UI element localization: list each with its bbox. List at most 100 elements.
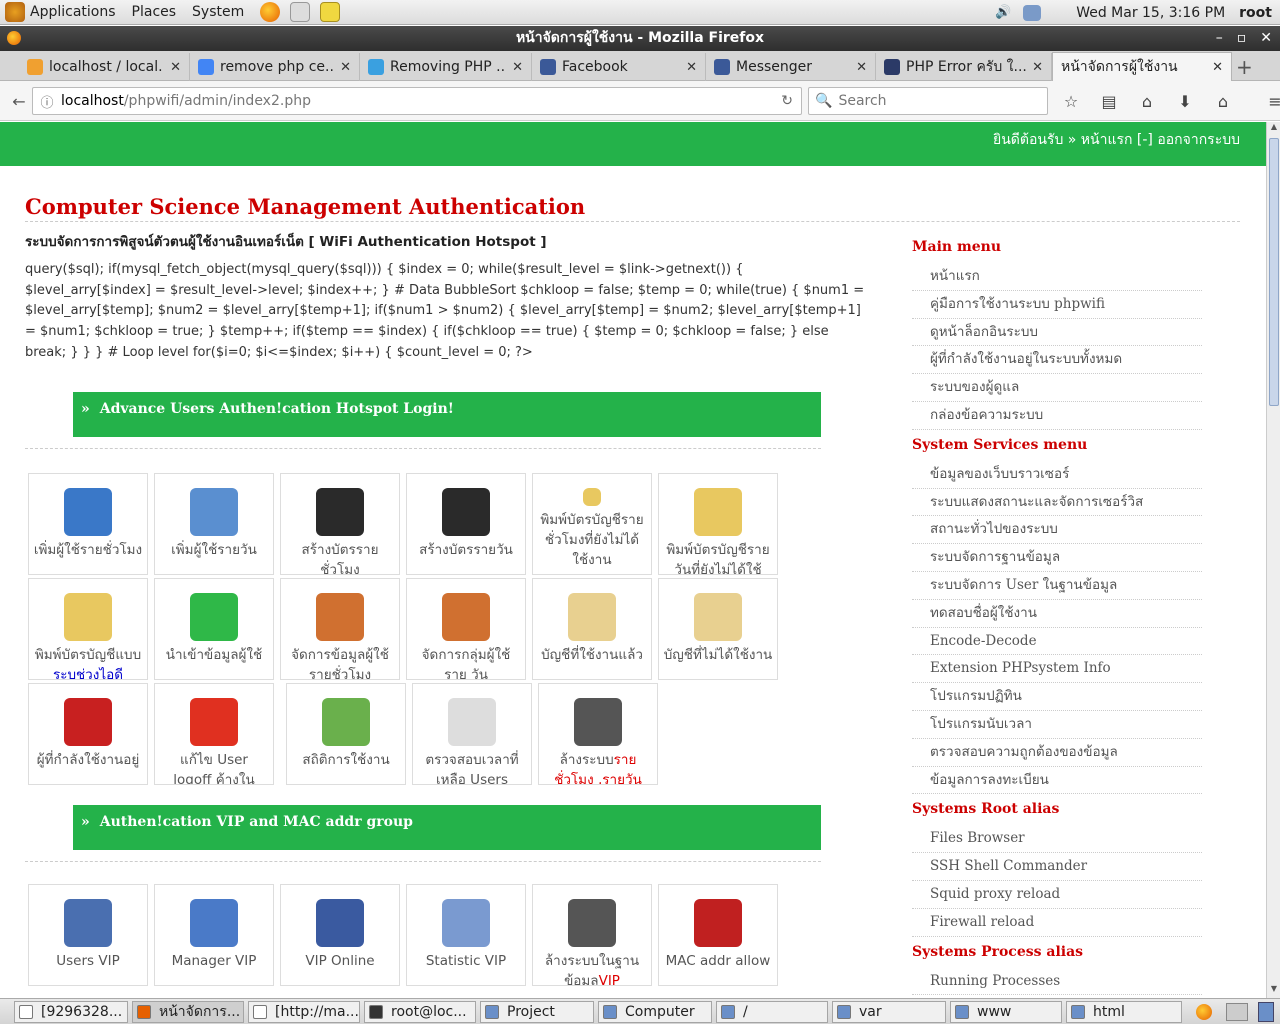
mac-addr-allow-tile[interactable]: MAC addr allow <box>658 884 778 986</box>
scroll-up-icon[interactable]: ▲ <box>1267 122 1280 136</box>
sidebar-item[interactable]: ระบบของผู้ดูแล <box>912 374 1202 402</box>
system-menu[interactable]: System <box>184 4 252 20</box>
sidebar-item[interactable]: โปรแกรมนับเวลา <box>912 711 1202 739</box>
clear-vip-db-tile[interactable]: ล้างระบบในฐาน ข้อมูลVIP <box>532 884 652 986</box>
manage-hourly-users-tile[interactable]: จัดการข้อมูลผู้ใช้ รายชั่วโมง <box>280 578 400 680</box>
vertical-scrollbar[interactable]: ▲ ▼ <box>1266 122 1280 998</box>
sidebar-item[interactable]: Squid proxy reload <box>912 881 1202 909</box>
taskbar-item[interactable]: [http://ma... <box>248 1001 360 1023</box>
clear-hourly-daily-tile[interactable]: ล้างระบบราย ชั่วโมง ,รายวัน <box>538 683 658 785</box>
notes-launcher-icon[interactable] <box>320 2 341 22</box>
welcome-links[interactable]: ยินดีต้อนรับ » หน้าแรก [-] ออกจากระบบ <box>993 129 1240 151</box>
sidebar-item[interactable]: โปรแกรมปฏิทิน <box>912 683 1202 711</box>
add-daily-user-tile[interactable]: เพิ่มผู้ใช้รายวัน <box>154 473 274 575</box>
tab-7[interactable]: หน้าจัดการผู้ใช้งาน ✕ <box>1052 52 1232 81</box>
taskbar-item[interactable]: Project <box>480 1001 594 1023</box>
minimize-icon[interactable]: – <box>1216 26 1223 51</box>
manager-vip-tile[interactable]: Manager VIP <box>154 884 274 986</box>
tab-close-icon[interactable]: ✕ <box>856 60 867 75</box>
clock[interactable]: Wed Mar 15, 3:16 PM <box>1076 5 1225 21</box>
tab-close-icon[interactable]: ✕ <box>340 60 351 75</box>
sidebar-item[interactable]: หน้าแรก <box>912 263 1202 291</box>
places-menu[interactable]: Places <box>124 4 185 20</box>
tab-5[interactable]: Messenger ✕ <box>706 53 876 81</box>
print-daily-unused-tile[interactable]: พิมพ์บัตรบัญชีราย วันที่ยังไม่ได้ใช้งาน <box>658 473 778 575</box>
sidebar-item[interactable]: สถานะทั่วไปของระบบ <box>912 516 1202 545</box>
reading-list-icon[interactable]: ▤ <box>1094 86 1124 116</box>
sidebar-item[interactable]: ดูหน้าล็อกอินระบบ <box>912 319 1202 347</box>
tab-close-icon[interactable]: ✕ <box>170 60 181 75</box>
user-menu[interactable]: root <box>1239 5 1272 21</box>
check-remaining-time-tile[interactable]: ตรวจสอบเวลาที่ เหลือ Users <box>412 683 532 785</box>
scrollbar-thumb[interactable] <box>1269 138 1279 406</box>
sidebar-item[interactable]: ข้อมูลการลงทะเบียน <box>912 767 1202 795</box>
tab-1[interactable]: localhost / local... ✕ <box>19 53 190 81</box>
users-vip-tile[interactable]: Users VIP <box>28 884 148 986</box>
used-accounts-tile[interactable]: บัญชีที่ใช้งานแล้ว <box>532 578 652 680</box>
trash-icon[interactable] <box>1258 1002 1274 1022</box>
tab-2[interactable]: remove php ce... ✕ <box>190 53 360 81</box>
sidebar-item[interactable]: กล่องข้อความระบบ <box>912 402 1202 430</box>
bookmark-star-icon[interactable]: ☆ <box>1056 86 1086 116</box>
sidebar-item[interactable]: ผู้ที่กำลังใช้งานอยู่ในระบบทั้งหมด <box>912 346 1202 375</box>
reload-icon[interactable]: ↻ <box>781 93 793 109</box>
vip-online-tile[interactable]: VIP Online <box>280 884 400 986</box>
firefox-launcher-icon[interactable] <box>260 2 281 22</box>
tab-6[interactable]: PHP Error ครับ ใ... ✕ <box>876 53 1052 81</box>
taskbar-item[interactable]: / <box>716 1001 828 1023</box>
mail-launcher-icon[interactable] <box>290 2 311 22</box>
tab-close-icon[interactable]: ✕ <box>1212 60 1223 75</box>
usage-statistics-tile[interactable]: สถิติการใช้งาน <box>286 683 406 785</box>
back-arrow-icon[interactable]: ← <box>4 86 34 116</box>
pocket-icon[interactable]: ⌂ <box>1132 86 1162 116</box>
taskbar-item[interactable]: หน้าจัดการ... <box>132 1001 244 1023</box>
network-icon[interactable] <box>1023 4 1042 21</box>
new-tab-icon[interactable]: + <box>1236 55 1253 79</box>
volume-icon[interactable]: 🔊 <box>993 3 1013 23</box>
tab-close-icon[interactable]: ✕ <box>512 60 523 75</box>
close-icon[interactable]: ✕ <box>1260 26 1272 51</box>
print-id-range-tile[interactable]: พิมพ์บัตรบัญชีแบบ ระบุช่วงไอดี <box>28 578 148 680</box>
import-users-tile[interactable]: นำเข้าข้อมูลผู้ใช้ <box>154 578 274 680</box>
add-hourly-user-tile[interactable]: เพิ่มผู้ใช้รายชั่วโมง <box>28 473 148 575</box>
print-hourly-unused-tile[interactable]: พิมพ์บัตรบัญชีราย ชั่วโมงที่ยังไม่ได้ ใช… <box>532 473 652 575</box>
home-icon[interactable]: ⌂ <box>1208 86 1238 116</box>
search-input[interactable]: 🔍 Search <box>808 87 1048 115</box>
fix-user-logoff-tile[interactable]: แก้ไข User logoff ค้างในระบบ <box>154 683 274 785</box>
sidebar-item[interactable]: Encode-Decode <box>912 628 1202 656</box>
sidebar-item[interactable]: ระบบแสดงสถานะและจัดการเซอร์วิส <box>912 489 1202 517</box>
taskbar-item[interactable]: html <box>1066 1001 1182 1023</box>
sidebar-item[interactable]: Extension PHPsystem Info <box>912 655 1202 684</box>
tab-4[interactable]: Facebook ✕ <box>532 53 706 81</box>
unused-accounts-tile[interactable]: บัญชีที่ไม่ได้ใช้งาน <box>658 578 778 680</box>
firefox-tray-icon[interactable] <box>1196 1004 1212 1020</box>
create-daily-card-tile[interactable]: สร้างบัตรรายวัน <box>406 473 526 575</box>
statistic-vip-tile[interactable]: Statistic VIP <box>406 884 526 986</box>
tab-close-icon[interactable]: ✕ <box>1032 60 1043 75</box>
gnome-foot-icon[interactable] <box>5 2 25 22</box>
scroll-down-icon[interactable]: ▼ <box>1267 984 1280 998</box>
downloads-icon[interactable]: ⬇ <box>1170 86 1200 116</box>
sidebar-item[interactable]: Running Processes <box>912 968 1202 996</box>
hamburger-menu-icon[interactable]: ≡ <box>1260 86 1280 116</box>
taskbar-item[interactable]: Computer <box>598 1001 712 1023</box>
url-bar[interactable]: ⓘ localhost/phpwifi/admin/index2.php ↻ <box>32 87 802 115</box>
taskbar-item[interactable]: www <box>950 1001 1062 1023</box>
sidebar-item[interactable]: ข้อมูลของเว็บบราวเซอร์ <box>912 461 1202 489</box>
sidebar-item[interactable]: ตรวจสอบความถูกต้องของข้อมูล <box>912 739 1202 767</box>
taskbar-item[interactable]: var <box>832 1001 946 1023</box>
applications-menu[interactable]: Applications <box>30 4 124 20</box>
create-hourly-card-tile[interactable]: สร้างบัตรราย ชั่วโมง <box>280 473 400 575</box>
sidebar-item[interactable]: SSH Shell Commander <box>912 853 1202 881</box>
manage-daily-groups-tile[interactable]: จัดการกลุ่มผู้ใช้ราย วัน <box>406 578 526 680</box>
sidebar-item[interactable]: Firewall reload <box>912 909 1202 937</box>
online-users-tile[interactable]: ผู้ที่กำลังใช้งานอยู่ <box>28 683 148 785</box>
tab-close-icon[interactable]: ✕ <box>686 60 697 75</box>
sidebar-item[interactable]: ระบบจัดการฐานข้อมูล <box>912 544 1202 572</box>
tab-3[interactable]: Removing PHP ... ✕ <box>360 53 532 81</box>
workspace-switcher-icon[interactable] <box>1226 1003 1248 1021</box>
maximize-icon[interactable]: ▫ <box>1237 26 1247 51</box>
taskbar-item[interactable]: [9296328... <box>14 1001 128 1023</box>
sidebar-item[interactable]: คู่มือการใช้งานระบบ phpwifi <box>912 291 1202 319</box>
sidebar-item[interactable]: ระบบจัดการ User ในฐานข้อมูล <box>912 572 1202 600</box>
